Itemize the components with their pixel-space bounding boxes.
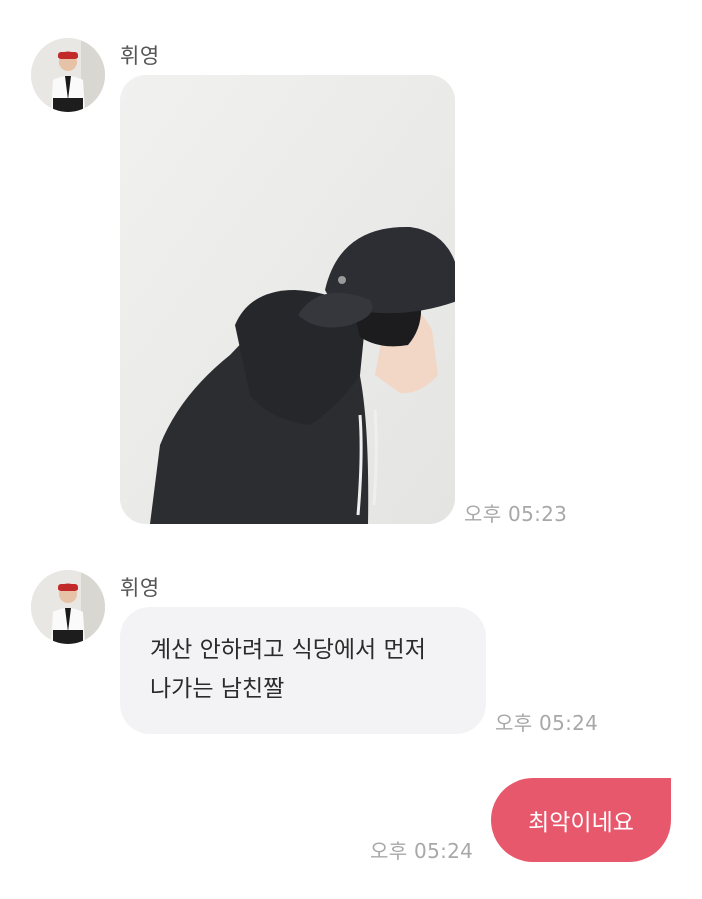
sender-name: 휘영 xyxy=(120,576,160,600)
sender-name: 휘영 xyxy=(120,44,160,68)
avatar[interactable] xyxy=(31,570,105,644)
timestamp: 오후 05:24 xyxy=(370,839,474,863)
incoming-message-bubble[interactable]: 계산 안하려고 식당에서 먼저 나가는 남친짤 xyxy=(120,607,486,734)
photo-icon xyxy=(120,75,455,524)
photo-message[interactable] xyxy=(120,75,455,524)
timestamp: 오후 05:23 xyxy=(464,502,568,526)
avatar[interactable] xyxy=(31,38,105,112)
timestamp: 오후 05:24 xyxy=(495,711,599,735)
outgoing-message-bubble[interactable]: 최악이네요 xyxy=(491,778,671,862)
